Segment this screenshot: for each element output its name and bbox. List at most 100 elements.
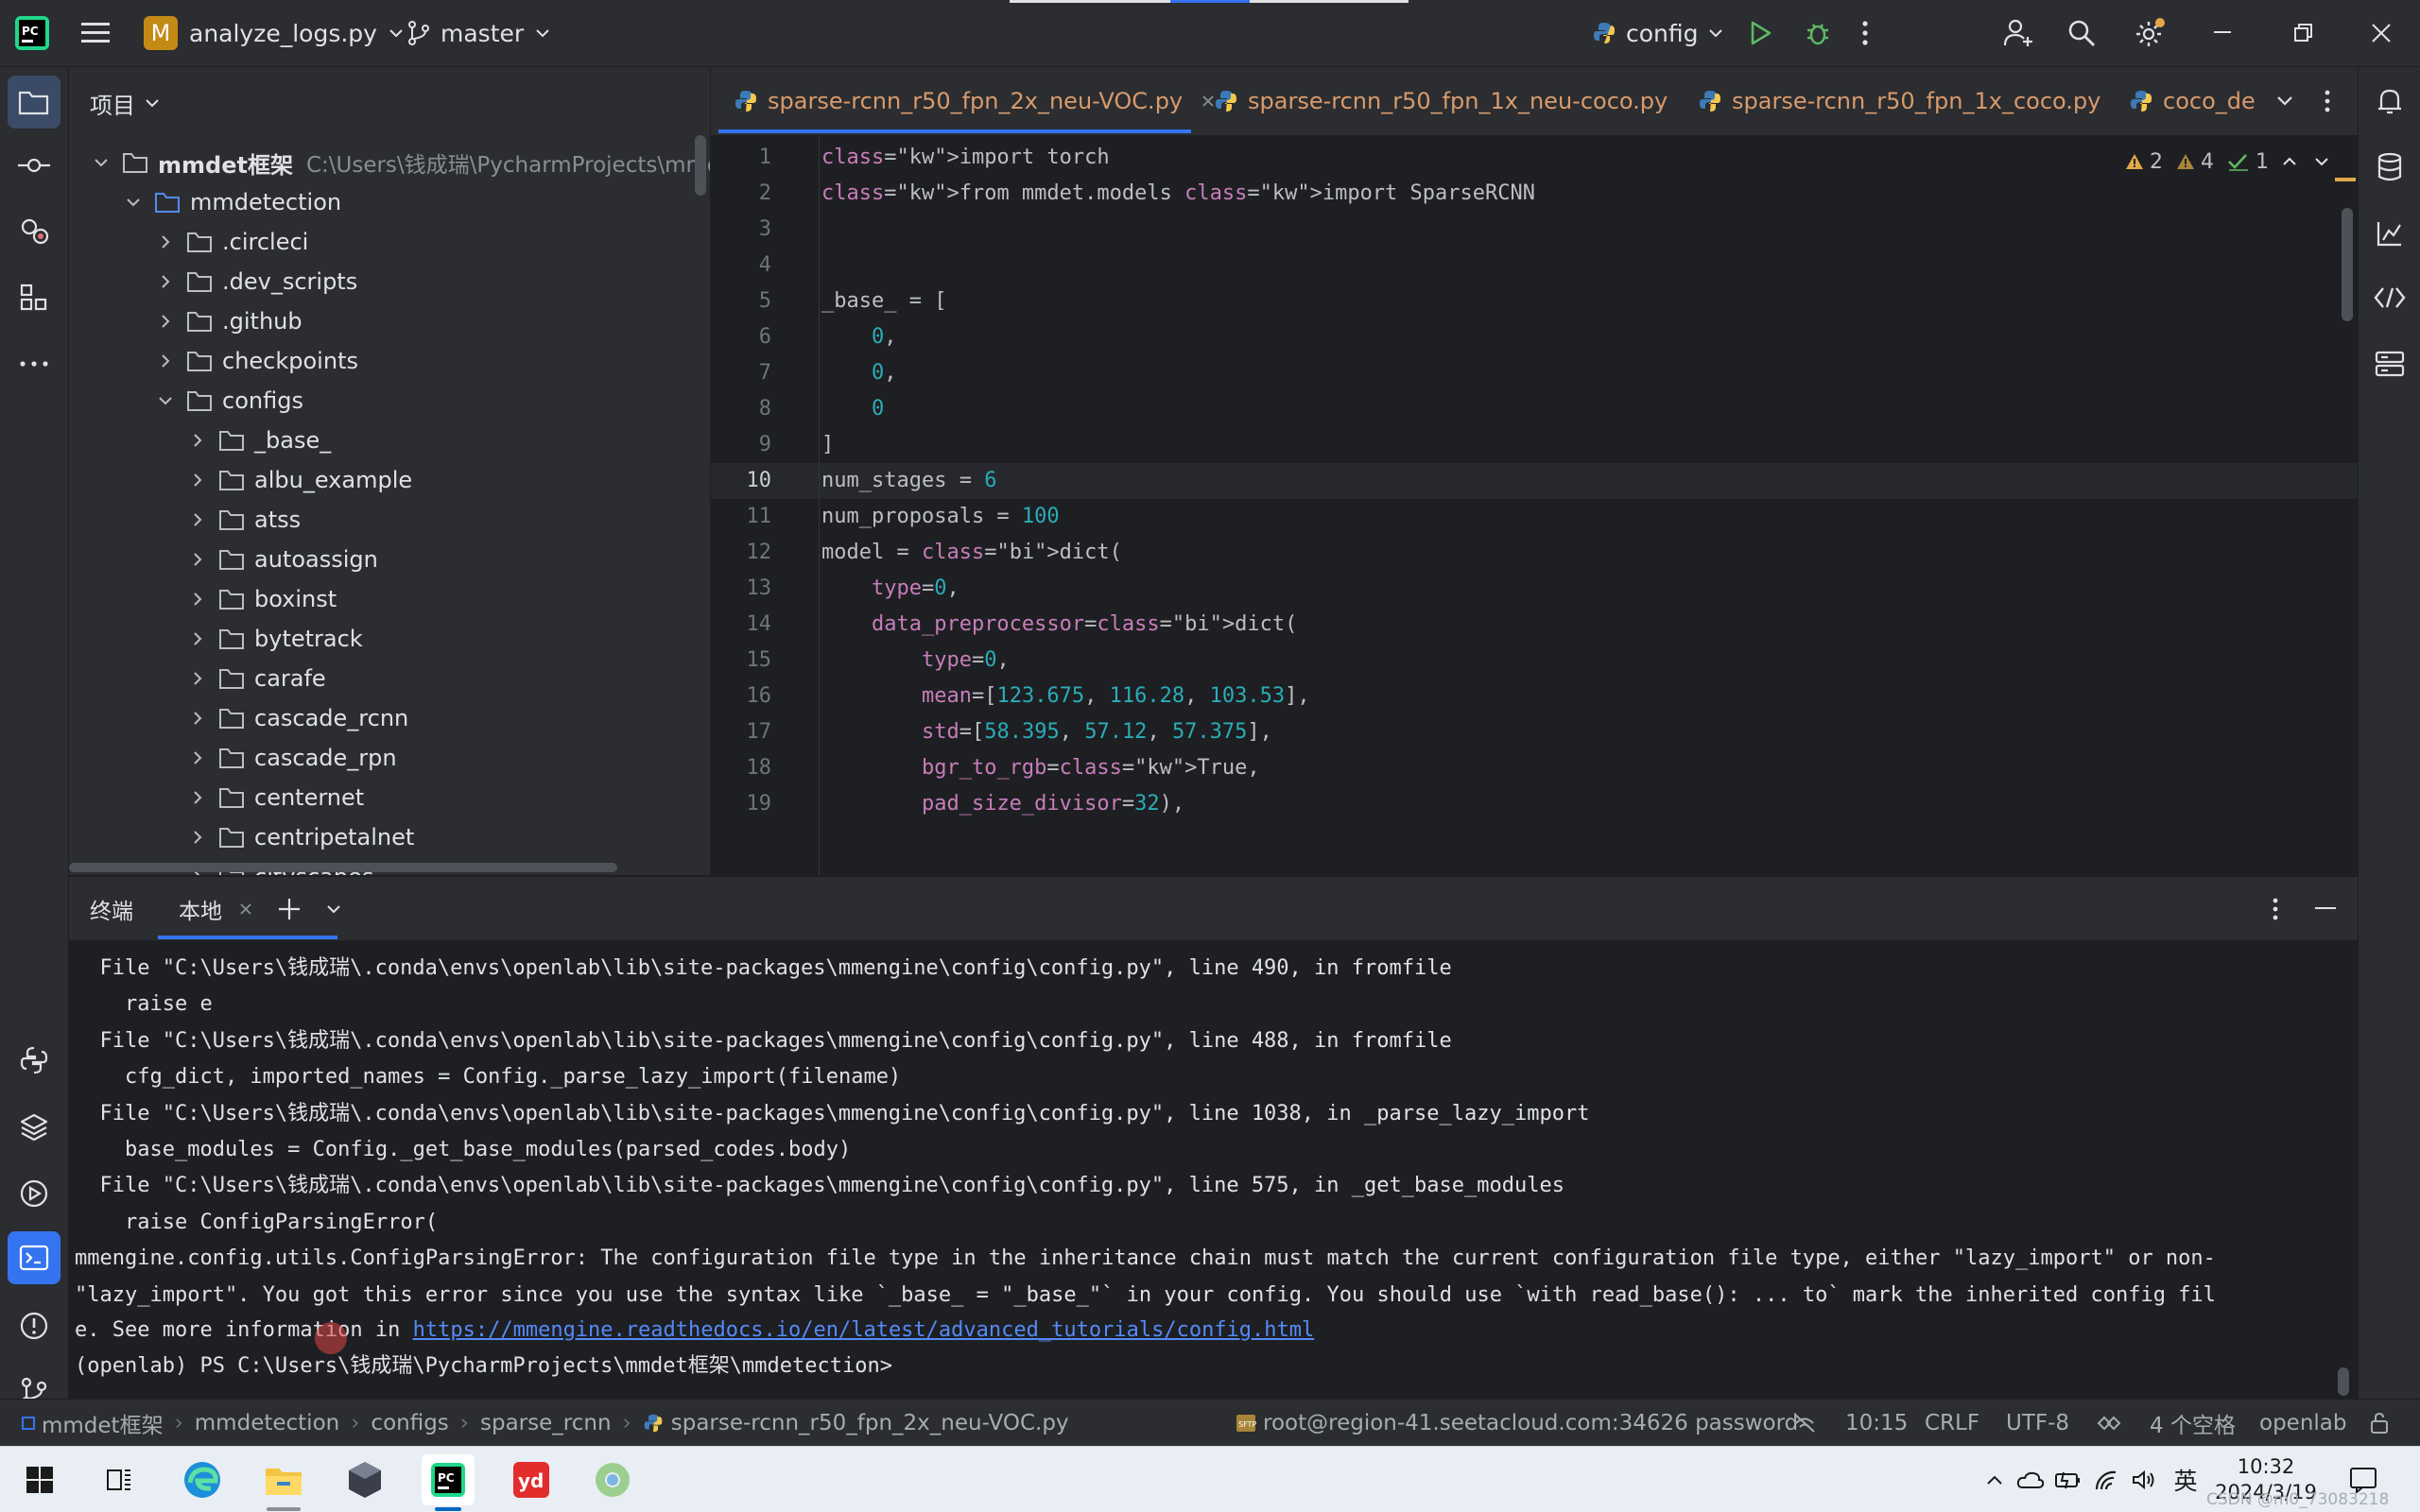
search-icon[interactable] <box>2066 0 2097 66</box>
code-line[interactable]: std=[58.395, 57.12, 57.375], <box>821 714 1272 750</box>
tree-item[interactable]: bytetrack <box>69 619 363 659</box>
terminal-tool-button[interactable] <box>8 1231 60 1284</box>
remote-connection[interactable]: SFTP root@region-41.seetacloud.com:34626… <box>1235 1400 1798 1447</box>
chevron-right-icon[interactable] <box>188 709 207 728</box>
chevron-up-icon[interactable] <box>2282 157 2297 166</box>
editor-tab[interactable]: sparse-rcnn_r50_fpn_1x_coco.py <box>1698 67 2100 135</box>
new-terminal-plus-icon[interactable] <box>277 877 302 941</box>
error-stripe-marker[interactable] <box>2335 178 2356 181</box>
code-line[interactable]: 0, <box>821 319 897 355</box>
edge-browser-icon[interactable] <box>176 1454 229 1505</box>
chevron-right-icon[interactable] <box>188 748 207 767</box>
remote-host-button[interactable] <box>2363 337 2416 390</box>
run-button[interactable] <box>1747 0 1773 66</box>
tree-item[interactable]: boxinst <box>69 579 337 619</box>
chevron-down-icon[interactable] <box>124 193 143 212</box>
code-line[interactable]: ] <box>821 427 834 463</box>
code-with-me-icon[interactable] <box>2002 0 2034 66</box>
onedrive-cloud-icon[interactable] <box>2012 1454 2049 1505</box>
chevron-right-icon[interactable] <box>188 828 207 847</box>
more-actions-icon[interactable] <box>1860 0 1870 66</box>
chevron-right-icon[interactable] <box>188 669 207 688</box>
tree-item[interactable]: autoassign <box>69 540 378 579</box>
python-interpreter[interactable]: openlab <box>2259 1400 2346 1447</box>
youdao-dict-icon[interactable]: yd <box>505 1454 558 1505</box>
project-tool-button[interactable] <box>8 76 60 129</box>
code-line[interactable]: data_preprocessor=class="bi">dict( <box>821 607 1297 643</box>
chevron-right-icon[interactable] <box>188 471 207 490</box>
code-editor[interactable]: 1 2 3 4 5 6 7 8 9 10 11 12 13 14 15 16 17 18 19 class="kw"… <box>711 136 2358 875</box>
show-hidden-icons-chevron-up-icon[interactable] <box>1976 1454 2014 1505</box>
editor-tab[interactable]: sparse-rcnn_r50_fpn_1x_neu-coco.py <box>1214 67 1668 135</box>
chevron-right-icon[interactable] <box>156 272 175 291</box>
line-separator[interactable]: CRLF <box>1925 1400 1979 1447</box>
endpoints-button[interactable] <box>2363 271 2416 324</box>
wifi-icon[interactable] <box>2087 1454 2125 1505</box>
close-window-button[interactable] <box>2371 0 2392 66</box>
tree-item[interactable]: configs <box>69 381 303 421</box>
chevron-right-icon[interactable] <box>188 590 207 609</box>
restore-button[interactable] <box>2293 0 2314 66</box>
terminal-more-icon[interactable] <box>2272 877 2279 941</box>
file-encoding[interactable]: UTF-8 <box>2006 1400 2069 1447</box>
tree-item[interactable]: .dev_scripts <box>69 262 357 301</box>
code-line[interactable]: type=0, <box>821 571 959 607</box>
app-hexagon-icon[interactable] <box>338 1454 391 1505</box>
tree-item[interactable]: _base_ <box>69 421 331 460</box>
python-packages-button[interactable] <box>8 1101 60 1154</box>
code-line[interactable]: pad_size_divisor=32), <box>821 786 1184 822</box>
chevron-right-icon[interactable] <box>156 352 175 370</box>
code-line[interactable]: model = class="bi">dict( <box>821 535 1122 571</box>
commit-tool-button[interactable] <box>8 139 60 192</box>
editorconfig-icon[interactable] <box>2097 1400 2121 1447</box>
no-connection-icon[interactable] <box>1792 1400 1817 1447</box>
project-scrollbar-vertical[interactable] <box>695 135 706 196</box>
chevron-right-icon[interactable] <box>188 550 207 569</box>
tree-item[interactable]: albu_example <box>69 460 412 500</box>
services-tool-button[interactable] <box>8 205 60 258</box>
breadcrumb-item[interactable]: mmdet框架 <box>42 1407 164 1439</box>
breadcrumb-item[interactable]: sparse_rcnn <box>480 1411 612 1435</box>
terminal-options-chevron-down-icon[interactable] <box>326 877 341 941</box>
code-line[interactable]: num_proposals = 100 <box>821 499 1060 535</box>
chrome-browser-icon[interactable] <box>586 1454 639 1505</box>
services-button[interactable] <box>8 1167 60 1220</box>
terminal-scrollbar[interactable] <box>2338 1367 2349 1396</box>
minimize-button[interactable] <box>2214 0 2233 66</box>
chevron-right-icon[interactable] <box>188 788 207 807</box>
pycharm-logo-icon[interactable]: PC <box>13 0 51 66</box>
editor-tab-active[interactable]: sparse-rcnn_r50_fpn_2x_neu-VOC.py <box>734 67 1215 135</box>
terminal-prompt[interactable]: (openlab) PS C:\Users\钱成瑞\PycharmProject… <box>75 1349 892 1384</box>
run-config-selector[interactable]: config <box>1592 0 1723 66</box>
tab-more-icon[interactable] <box>2324 67 2331 135</box>
tab-list-dropdown[interactable] <box>2276 67 2293 135</box>
chevron-right-icon[interactable] <box>188 629 207 648</box>
editor-tab[interactable]: coco_de <box>2129 67 2261 135</box>
notifications-button[interactable] <box>2363 75 2416 128</box>
editor-scrollbar[interactable] <box>2342 208 2353 321</box>
tree-item[interactable]: atss <box>69 500 301 540</box>
sciview-button[interactable] <box>2363 207 2416 260</box>
code-line[interactable]: 0, <box>821 355 897 391</box>
code-line[interactable]: class="kw">import torch <box>821 140 1110 176</box>
tree-root-mmdet[interactable]: mmdet框架 C:\Users\钱成瑞\PycharmProjects\mmd… <box>69 143 710 182</box>
more-tools-icon[interactable] <box>8 337 60 390</box>
windows-start-icon[interactable] <box>13 1454 66 1505</box>
chevron-right-icon[interactable] <box>188 510 207 529</box>
project-widget[interactable]: M analyze_logs.py <box>144 0 404 66</box>
breadcrumb-item[interactable]: sparse-rcnn_r50_fpn_2x_neu-VOC.py <box>671 1411 1069 1435</box>
terminal-tab-local[interactable]: 本地 <box>179 877 252 941</box>
tree-item[interactable]: cascade_rcnn <box>69 698 408 738</box>
main-menu-icon[interactable] <box>81 0 113 66</box>
debug-button[interactable] <box>1804 0 1832 66</box>
indent-setting[interactable]: 4 个空格 <box>2150 1400 2236 1447</box>
input-method[interactable]: 英 <box>2165 1454 2206 1505</box>
battery-icon[interactable] <box>2049 1454 2087 1505</box>
caret-position[interactable]: 10:15 <box>1845 1400 1908 1447</box>
chevron-down-icon[interactable] <box>2314 157 2329 166</box>
project-panel-header[interactable]: 项目 <box>90 86 160 120</box>
settings-gear-icon[interactable] <box>2133 0 2167 66</box>
tree-item[interactable]: centripetalnet <box>69 817 414 857</box>
project-scrollbar-horizontal[interactable] <box>69 863 617 872</box>
chevron-right-icon[interactable] <box>188 431 207 450</box>
